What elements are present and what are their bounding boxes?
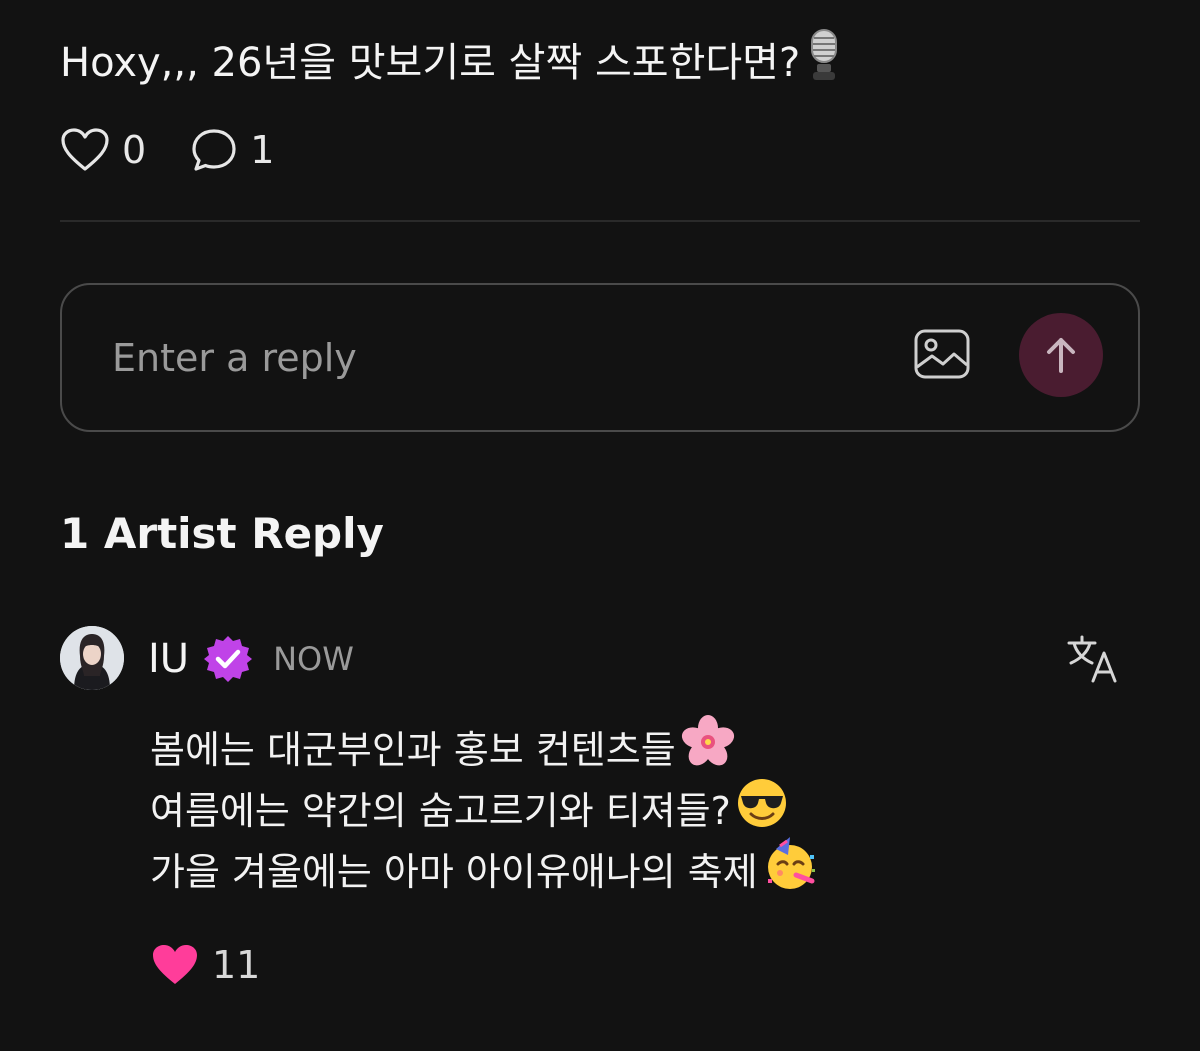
reply-likes[interactable]: 11 (150, 940, 260, 990)
like-stat[interactable]: 0 (60, 124, 146, 176)
translate-button[interactable] (1066, 634, 1120, 684)
microphone-emoji-icon (802, 28, 846, 97)
verified-badge-icon (204, 636, 253, 682)
reply-author-row: IU NOW (148, 634, 354, 684)
section-title: 1 Artist Reply (60, 509, 384, 558)
comment-bubble-icon[interactable] (190, 127, 238, 173)
reply-like-count: 11 (212, 943, 261, 987)
avatar[interactable] (60, 626, 124, 690)
post-text-content: Hoxy,,, 26년을 맛보기로 살짝 스포한다면? (60, 40, 801, 86)
heart-filled-icon[interactable] (150, 942, 200, 988)
author-name[interactable]: IU (148, 634, 189, 684)
divider (60, 220, 1140, 222)
partying-face-icon (762, 835, 820, 911)
reply-line: 가을 겨울에는 아마 아이유애나의 축제 (150, 836, 820, 903)
like-count: 0 (122, 128, 147, 172)
post-stats: 0 1 (60, 124, 318, 176)
reply-line-text: 가을 겨울에는 아마 아이유애나의 축제 (150, 850, 758, 894)
reply-input[interactable] (112, 325, 872, 391)
arrow-up-icon (1047, 338, 1075, 373)
post-text: Hoxy,,, 26년을 맛보기로 살짝 스포한다면? (60, 28, 846, 97)
attach-image-button[interactable] (912, 327, 972, 383)
artist-reply-screen: Hoxy,,, 26년을 맛보기로 살짝 스포한다면? 0 1 Enter a … (0, 0, 1200, 1051)
send-button[interactable] (1019, 313, 1103, 397)
cherry-blossom-icon (680, 714, 736, 788)
translate-icon (1067, 635, 1117, 683)
reply-composer (60, 283, 1140, 432)
reply-body: 봄에는 대군부인과 홍보 컨텐츠들 여름에는 약간의 숨고르기와 티져들? 가을… (150, 714, 820, 903)
comment-count: 1 (250, 128, 275, 172)
reply-line: 여름에는 약간의 숨고르기와 티져들? (150, 778, 820, 842)
reply-timestamp: NOW (273, 640, 354, 678)
image-icon (914, 329, 970, 379)
reply-line: 봄에는 대군부인과 홍보 컨텐츠들 (150, 714, 820, 781)
comment-stat[interactable]: 1 (190, 124, 274, 176)
reply-line-text: 여름에는 약간의 숨고르기와 티져들? (150, 789, 731, 833)
reply-line-text: 봄에는 대군부인과 홍보 컨텐츠들 (150, 728, 676, 772)
heart-outline-icon[interactable] (60, 127, 110, 173)
